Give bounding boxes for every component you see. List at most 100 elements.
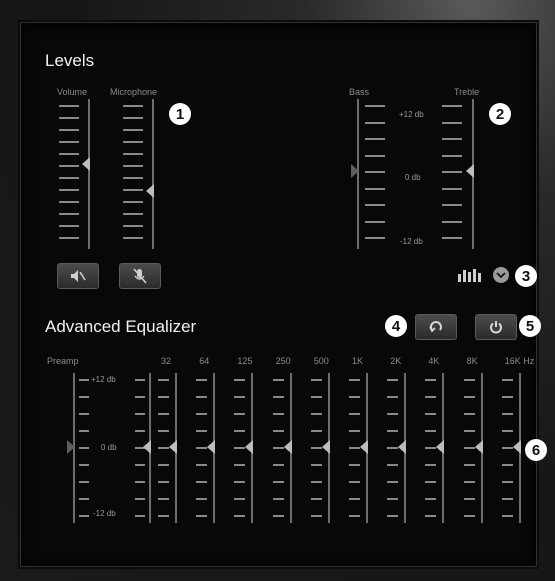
eq-band-tick xyxy=(387,498,399,500)
microphone-mute-button[interactable] xyxy=(119,263,161,289)
eq-band-tick xyxy=(234,413,246,415)
eq-band-knob[interactable] xyxy=(360,440,368,454)
treble-tick xyxy=(442,105,462,107)
eq-band-tick xyxy=(425,481,437,483)
microphone-label: Microphone xyxy=(110,87,158,97)
preamp-tick-left xyxy=(79,498,89,500)
eq-band-tick xyxy=(196,379,208,381)
eq-band-tick xyxy=(349,498,360,500)
treble-knob[interactable] xyxy=(466,164,474,178)
eq-band-knob[interactable] xyxy=(321,440,330,454)
eq-band-knob[interactable] xyxy=(398,440,407,454)
expand-button[interactable] xyxy=(493,267,509,283)
eq-band-tick xyxy=(425,464,437,466)
eq-band-label: 8K xyxy=(466,356,478,366)
eq-band-tick xyxy=(463,498,475,500)
microphone-tick xyxy=(123,189,143,191)
eq-band-tick xyxy=(234,379,246,381)
eq-band-tick xyxy=(501,498,513,500)
eq-band-slider[interactable] xyxy=(155,373,185,523)
eq-band-slider[interactable] xyxy=(346,373,376,523)
speaker-mute-button[interactable] xyxy=(57,263,99,289)
callout-3: 3 xyxy=(515,265,537,287)
eq-band-slider[interactable] xyxy=(384,373,414,523)
power-button[interactable] xyxy=(475,314,517,340)
speaker-mute-icon xyxy=(71,270,86,282)
eq-band-label: 125 xyxy=(237,356,253,366)
eq-band-slider[interactable] xyxy=(270,373,300,523)
preamp-knob-right[interactable] xyxy=(143,440,151,454)
eq-band-tick xyxy=(349,379,360,381)
eq-band-tick xyxy=(463,379,475,381)
eq-band-tick xyxy=(387,379,399,381)
volume-slider[interactable] xyxy=(51,99,101,249)
volume-knob[interactable] xyxy=(82,157,90,172)
eq-band-tick xyxy=(310,498,322,500)
preamp-tick-right xyxy=(135,481,145,483)
eq-band-tick xyxy=(501,481,513,483)
eq-band-slider[interactable] xyxy=(461,373,491,523)
bass-tick xyxy=(365,105,385,107)
bass-slider[interactable] xyxy=(351,99,389,249)
preamp-tick-right xyxy=(135,515,145,517)
reset-button[interactable] xyxy=(415,314,457,340)
eq-band-tick xyxy=(272,515,284,517)
eq-band-tick xyxy=(310,464,322,466)
eq-band-knob[interactable] xyxy=(512,440,521,454)
eq-band-tick xyxy=(425,447,437,449)
eq-band-tick xyxy=(387,481,399,483)
eq-band-slider[interactable] xyxy=(193,373,223,523)
eq-band-tick xyxy=(349,464,360,466)
eq-band-knob[interactable] xyxy=(169,440,177,454)
eq-band-tick xyxy=(196,413,208,415)
eq-band-knob[interactable] xyxy=(474,440,483,454)
eq-band-tick xyxy=(387,430,399,432)
eq-band-slider[interactable] xyxy=(231,373,261,523)
microphone-tick xyxy=(123,117,143,119)
eq-band-tick xyxy=(349,413,360,415)
eq-band-tick xyxy=(310,379,322,381)
treble-tick xyxy=(442,138,462,140)
eq-band-knob[interactable] xyxy=(283,440,292,454)
bass-tick xyxy=(365,138,385,140)
bass-tick xyxy=(365,187,385,190)
eq-band-tick xyxy=(349,515,360,517)
bass-knob[interactable] xyxy=(351,164,359,178)
volume-tick xyxy=(59,165,79,167)
eq-band-label: 250 xyxy=(275,356,291,366)
preamp-tick-right xyxy=(135,413,145,415)
preamp-knob[interactable] xyxy=(67,440,75,454)
treble-tick xyxy=(442,237,462,239)
volume-tick xyxy=(59,153,79,155)
preamp-tick-left xyxy=(79,447,89,449)
preamp-slider[interactable] xyxy=(67,373,157,523)
bass-tick xyxy=(365,220,385,223)
eq-band-slider[interactable] xyxy=(422,373,452,523)
eq-band-knob[interactable] xyxy=(245,440,254,454)
eq-band-tick xyxy=(272,379,284,381)
eq-band-slider[interactable] xyxy=(308,373,338,523)
presets-button[interactable] xyxy=(457,267,483,283)
eq-band-tick xyxy=(425,396,437,398)
eq-band-tick xyxy=(501,413,513,415)
preamp-tick-right xyxy=(135,498,145,500)
eq-band-tick xyxy=(196,515,208,517)
audio-panel: Levels Volume Microphone 1 Bass Treble +… xyxy=(20,22,547,567)
eq-band-tick xyxy=(234,515,246,517)
eq-band-tick xyxy=(349,481,360,483)
eq-band-tick xyxy=(463,396,475,398)
eq-band-knob[interactable] xyxy=(436,440,445,454)
volume-tick xyxy=(59,225,79,227)
eq-band-knob[interactable] xyxy=(207,440,216,454)
eq-band-tick xyxy=(158,481,169,483)
eq-band-tick xyxy=(463,481,475,483)
treble-slider[interactable] xyxy=(436,99,480,249)
microphone-tick xyxy=(123,165,143,167)
eq-band-tick xyxy=(463,413,475,415)
eq-band-tick xyxy=(501,379,513,381)
microphone-slider[interactable] xyxy=(115,99,165,249)
eq-band-tick xyxy=(272,498,284,500)
eq-band-tick xyxy=(310,396,322,398)
microphone-knob[interactable] xyxy=(146,183,154,198)
eq-band-label: 32 xyxy=(161,356,172,366)
